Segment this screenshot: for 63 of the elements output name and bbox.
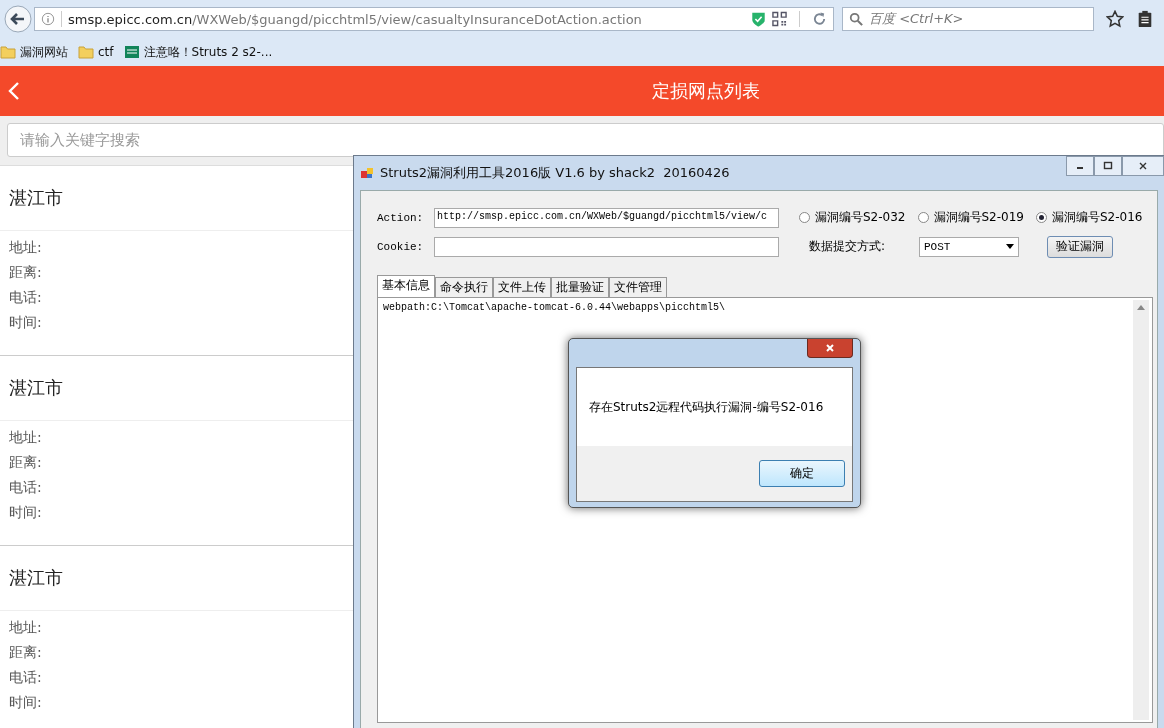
star-icon[interactable] [1106,10,1124,28]
action-label: Action: [377,211,425,224]
ok-button[interactable]: 确定 [759,460,845,487]
scrollbar[interactable] [1133,300,1149,720]
shield-icon[interactable] [751,11,766,27]
vuln-radio[interactable]: 漏洞编号S2-016 [1036,209,1143,226]
search-icon [849,12,863,26]
maximize-icon [1103,161,1113,171]
cookie-label: Cookie: [377,240,425,253]
page-title: 定损网点列表 [652,79,760,103]
verify-button[interactable]: 验证漏洞 [1047,235,1113,258]
info-icon[interactable] [41,12,55,26]
action-input[interactable]: http://smsp.epicc.com.cn/WXWeb/$guangd/picchtml5/view/c [434,207,779,228]
field-label: 地址: [9,428,42,447]
bookmark-item[interactable]: ctf [78,44,114,60]
minimize-button[interactable] [1066,156,1094,176]
vuln-radio[interactable]: 漏洞编号S2-032 [799,209,906,226]
field-label: 地址: [9,618,42,637]
close-button[interactable] [807,339,853,358]
radio-circle[interactable] [1036,212,1047,223]
radio-circle[interactable] [799,212,810,223]
tab[interactable]: 命令执行 [435,277,493,297]
reload-icon[interactable] [812,11,827,27]
field-label: 电话: [9,288,42,307]
field-label: 距离: [9,453,42,472]
caret-icon [1006,244,1014,249]
close-icon [825,343,835,353]
vuln-radio[interactable]: 漏洞编号S2-019 [917,209,1024,226]
dialog-message: 存在Struts2远程代码执行漏洞-编号S2-016 [589,398,824,416]
maximize-button[interactable] [1094,156,1122,176]
tab[interactable]: 文件管理 [609,277,667,297]
scroll-up-icon[interactable] [1137,305,1145,310]
folder-icon [0,44,16,60]
field-label: 距离: [9,643,42,662]
bookmark-item[interactable]: 漏洞网站 [0,43,68,61]
field-label: 时间: [9,693,42,712]
back-icon[interactable] [4,5,32,33]
window-title: Struts2漏洞利用工具2016版 V1.6 by shack2 20160426 [380,164,730,182]
output-text: webpath:C:\Tomcat\apache-tomcat-6.0.44\webapps\picchtml5\ [383,302,726,313]
radio-circle[interactable] [917,212,929,223]
clipboard-icon[interactable] [1136,10,1154,28]
field-label: 距离: [9,263,42,282]
field-label: 地址: [9,238,42,257]
field-label: 时间: [9,503,42,522]
tab[interactable]: 批量验证 [551,277,609,297]
field-label: 电话: [9,478,42,497]
qr-code-icon[interactable] [772,11,787,27]
site-icon [123,44,140,60]
search-field[interactable]: 百度 <Ctrl+K> [842,7,1094,31]
address-bar[interactable]: smsp.epicc.com.cn/WXWeb/$guangd/picchtml5/view/casualtyInsuranceDotAction.action [34,7,834,31]
close-icon [1138,161,1148,171]
app-icon [360,166,374,180]
field-label: 电话: [9,668,42,687]
folder-icon [78,44,94,60]
tab[interactable]: 文件上传 [493,277,551,297]
url-text: smsp.epicc.com.cn/WXWeb/$guangd/picchtml5/view/casualtyInsuranceDotAction.action [68,11,643,27]
bookmark-item[interactable]: 注意咯！Struts 2 s2-... [123,43,273,61]
cookie-input[interactable] [434,236,779,257]
tab[interactable]: 基本信息 [377,275,435,297]
method-dropdown[interactable]: POST [919,236,1019,257]
back-chevron-icon[interactable] [8,81,20,101]
field-label: 时间: [9,313,42,332]
method-label: 数据提交方式: [809,238,887,255]
